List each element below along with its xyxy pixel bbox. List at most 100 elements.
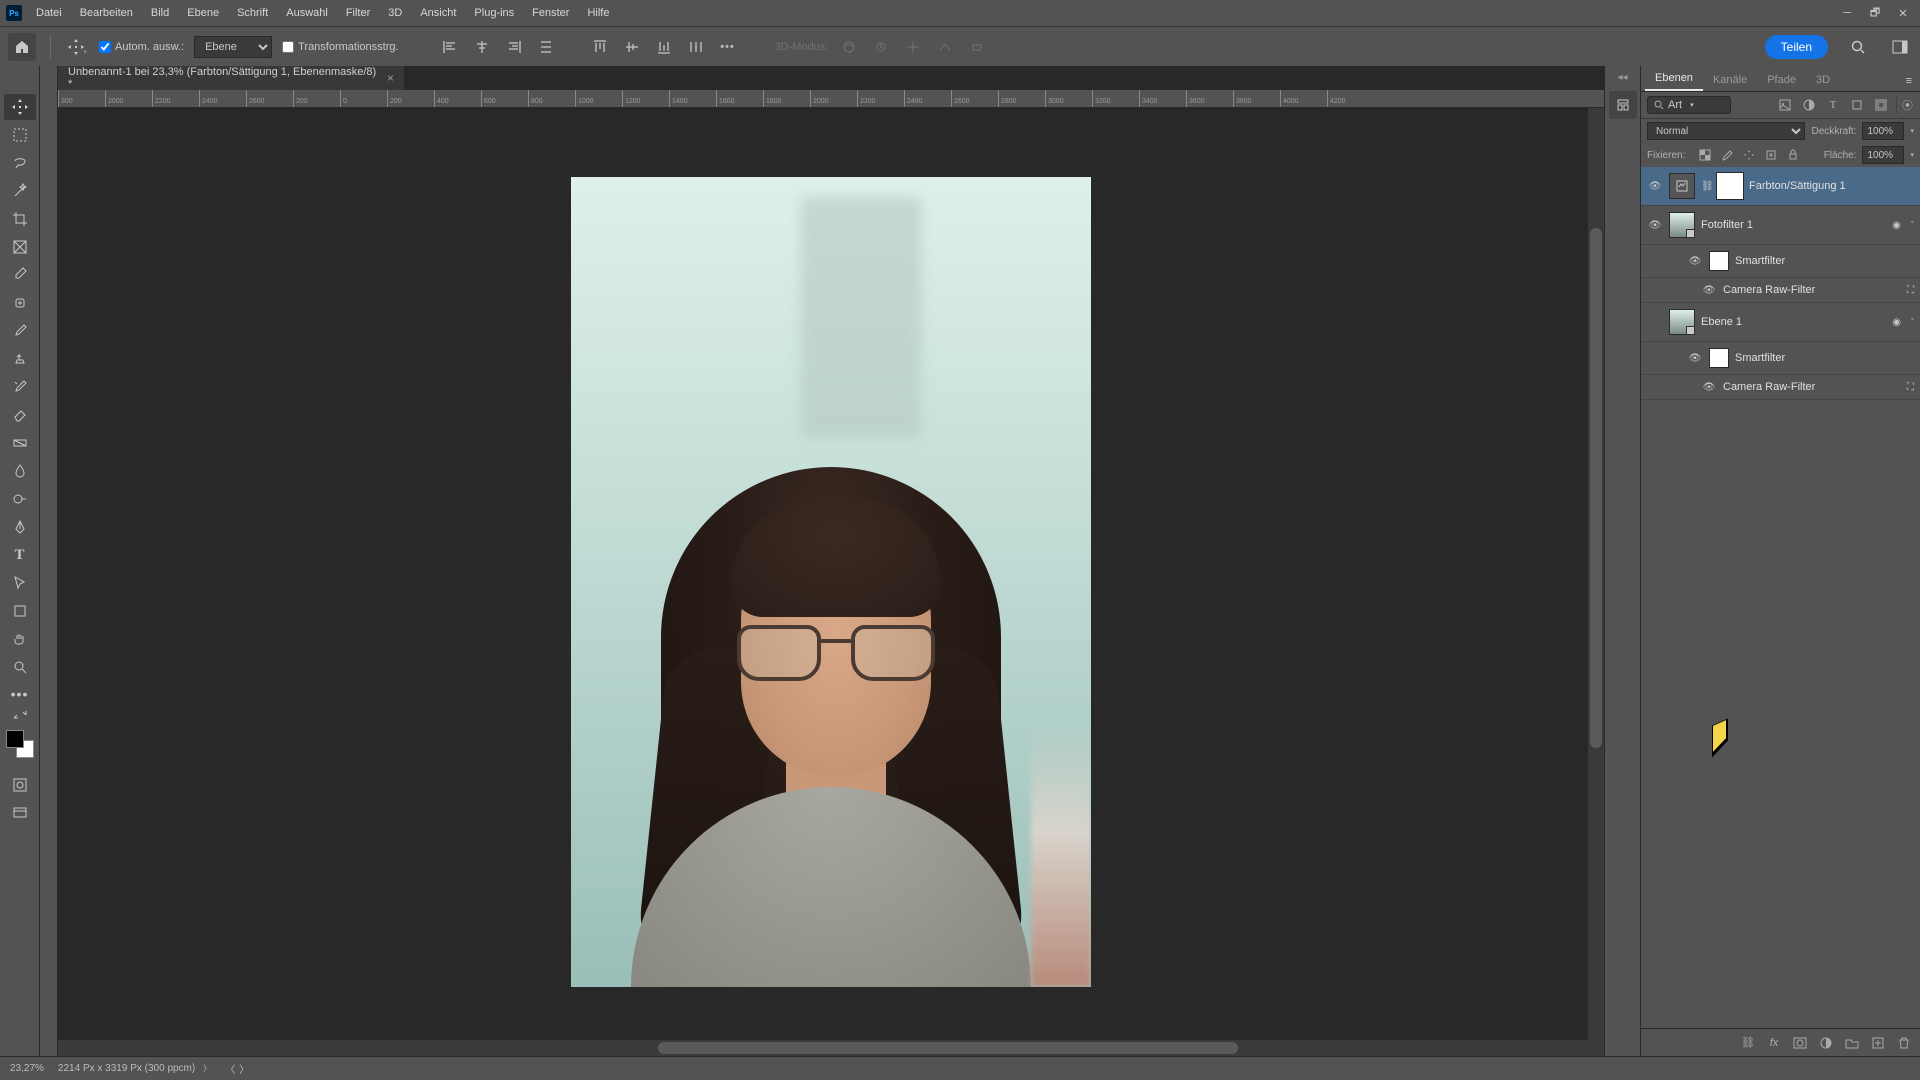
distribute-v-button[interactable] <box>685 36 707 58</box>
pen-tool[interactable] <box>4 514 36 540</box>
search-button[interactable] <box>1846 35 1870 59</box>
home-button[interactable] <box>8 33 36 61</box>
add-mask-button[interactable] <box>1792 1035 1808 1051</box>
menu-filter[interactable]: Filter <box>338 3 378 23</box>
horizontal-scrollbar-thumb[interactable] <box>658 1042 1238 1054</box>
layer-name[interactable]: Camera Raw-Filter <box>1723 284 1901 296</box>
brush-tool[interactable] <box>4 318 36 344</box>
path-selection-tool[interactable] <box>4 570 36 596</box>
layer-visibility-toggle[interactable] <box>1701 382 1717 393</box>
filter-settings-button[interactable]: ⛶ <box>1907 285 1914 296</box>
maximize-button[interactable]: 🗗 <box>1864 4 1886 22</box>
tab-3d[interactable]: 3D <box>1806 69 1840 91</box>
layer-filter-type-select[interactable]: Art ▾ <box>1647 96 1731 114</box>
auto-select-input[interactable] <box>99 41 111 53</box>
fill-input[interactable] <box>1862 146 1904 164</box>
new-group-button[interactable] <box>1844 1035 1860 1051</box>
align-left-button[interactable] <box>439 36 461 58</box>
layer-farbton-saettigung[interactable]: ⛓ Farbton/Sättigung 1 <box>1641 167 1920 206</box>
align-center-v-button[interactable] <box>621 36 643 58</box>
layer-name[interactable]: Ebene 1 <box>1701 316 1886 328</box>
lasso-tool[interactable] <box>4 150 36 176</box>
smartfilter-mask-thumb[interactable] <box>1709 348 1729 368</box>
color-swap-icon[interactable] <box>4 708 36 722</box>
clone-stamp-tool[interactable] <box>4 346 36 372</box>
eyedropper-tool[interactable] <box>4 262 36 288</box>
vertical-ruler[interactable] <box>40 66 58 1056</box>
filter-type-icon[interactable]: T <box>1824 96 1842 114</box>
tab-kanaele[interactable]: Kanäle <box>1703 69 1757 91</box>
new-layer-button[interactable] <box>1870 1035 1886 1051</box>
frame-tool[interactable] <box>4 234 36 260</box>
expand-filters-button[interactable]: ˇ <box>1911 220 1914 230</box>
layer-smartfilter-1[interactable]: Smartfilter <box>1641 245 1920 278</box>
layer-camera-raw-2[interactable]: Camera Raw-Filter ⛶ <box>1641 375 1920 400</box>
panel-menu-button[interactable]: ≡ <box>1902 71 1916 91</box>
adjustment-thumb[interactable] <box>1669 173 1695 199</box>
menu-schrift[interactable]: Schrift <box>229 3 276 23</box>
zoom-tool[interactable] <box>4 654 36 680</box>
libraries-panel-icon[interactable] <box>1609 91 1637 119</box>
document-info[interactable]: 2214 Px x 3319 Px (300 ppcm) <box>58 1063 195 1074</box>
type-tool[interactable]: T <box>4 542 36 568</box>
gradient-tool[interactable] <box>4 430 36 456</box>
workspace-button[interactable] <box>1888 35 1912 59</box>
link-layers-button[interactable]: ⛓ <box>1740 1035 1756 1051</box>
magic-wand-tool[interactable] <box>4 178 36 204</box>
layer-ebene-1[interactable]: ▣ Ebene 1 ◉ ˇ <box>1641 303 1920 342</box>
vertical-scrollbar-thumb[interactable] <box>1590 228 1602 748</box>
close-window-button[interactable]: ✕ <box>1892 4 1914 22</box>
filter-visibility-icon[interactable]: ◉ <box>1892 317 1901 328</box>
filter-visibility-icon[interactable]: ◉ <box>1892 220 1901 231</box>
layer-name[interactable]: Camera Raw-Filter <box>1723 381 1901 393</box>
mask-link-icon[interactable]: ⛓ <box>1701 181 1711 192</box>
blur-tool[interactable] <box>4 458 36 484</box>
auto-select-checkbox[interactable]: Autom. ausw.: <box>99 41 184 53</box>
horizontal-scrollbar[interactable] <box>58 1040 1588 1056</box>
menu-bild[interactable]: Bild <box>143 3 177 23</box>
tab-pfade[interactable]: Pfade <box>1757 69 1806 91</box>
shape-tool[interactable] <box>4 598 36 624</box>
expand-filters-button[interactable]: ˇ <box>1911 317 1914 327</box>
layer-visibility-toggle[interactable] <box>1687 353 1703 364</box>
filter-settings-button[interactable]: ⛶ <box>1907 382 1914 393</box>
move-tool[interactable] <box>4 94 36 120</box>
layer-thumb[interactable]: ▣ <box>1669 309 1695 335</box>
distribute-h-button[interactable] <box>535 36 557 58</box>
filter-smart-icon[interactable] <box>1872 96 1890 114</box>
layer-smartfilter-2[interactable]: Smartfilter <box>1641 342 1920 375</box>
menu-fenster[interactable]: Fenster <box>524 3 577 23</box>
menu-bearbeiten[interactable]: Bearbeiten <box>72 3 141 23</box>
layer-fotofilter[interactable]: ▣ Fotofilter 1 ◉ ˇ <box>1641 206 1920 245</box>
transform-controls-input[interactable] <box>282 41 294 53</box>
align-bottom-button[interactable] <box>653 36 675 58</box>
delete-layer-button[interactable] <box>1896 1035 1912 1051</box>
more-align-button[interactable]: ••• <box>717 36 739 58</box>
new-adjustment-button[interactable] <box>1818 1035 1834 1051</box>
history-brush-tool[interactable] <box>4 374 36 400</box>
menu-auswahl[interactable]: Auswahl <box>278 3 336 23</box>
menu-hilfe[interactable]: Hilfe <box>579 3 617 23</box>
menu-ansicht[interactable]: Ansicht <box>412 3 464 23</box>
menu-datei[interactable]: Datei <box>28 3 70 23</box>
layer-name[interactable]: Fotofilter 1 <box>1701 219 1886 231</box>
nav-prev-button[interactable]: 〈 <box>225 1061 235 1076</box>
marquee-tool[interactable] <box>4 122 36 148</box>
canvas-stage[interactable] <box>58 108 1604 1056</box>
layer-visibility-toggle[interactable] <box>1701 285 1717 296</box>
lock-image-button[interactable] <box>1719 147 1735 163</box>
lock-all-button[interactable] <box>1785 147 1801 163</box>
tab-ebenen[interactable]: Ebenen <box>1645 67 1703 91</box>
layer-thumb[interactable]: ▣ <box>1669 212 1695 238</box>
lock-position-button[interactable] <box>1741 147 1757 163</box>
filter-toggle[interactable]: ⦿ <box>1896 96 1914 114</box>
layer-name[interactable]: Farbton/Sättigung 1 <box>1749 180 1914 192</box>
opacity-input[interactable] <box>1862 122 1904 140</box>
transform-controls-checkbox[interactable]: Transformationsstrg. <box>282 41 398 53</box>
smartfilter-mask-thumb[interactable] <box>1709 251 1729 271</box>
align-top-button[interactable] <box>589 36 611 58</box>
filter-shape-icon[interactable] <box>1848 96 1866 114</box>
screen-mode-button[interactable] <box>4 800 36 826</box>
horizontal-ruler[interactable]: 3002000220024002600200020040060080010001… <box>58 90 1604 108</box>
filter-pixel-icon[interactable] <box>1776 96 1794 114</box>
